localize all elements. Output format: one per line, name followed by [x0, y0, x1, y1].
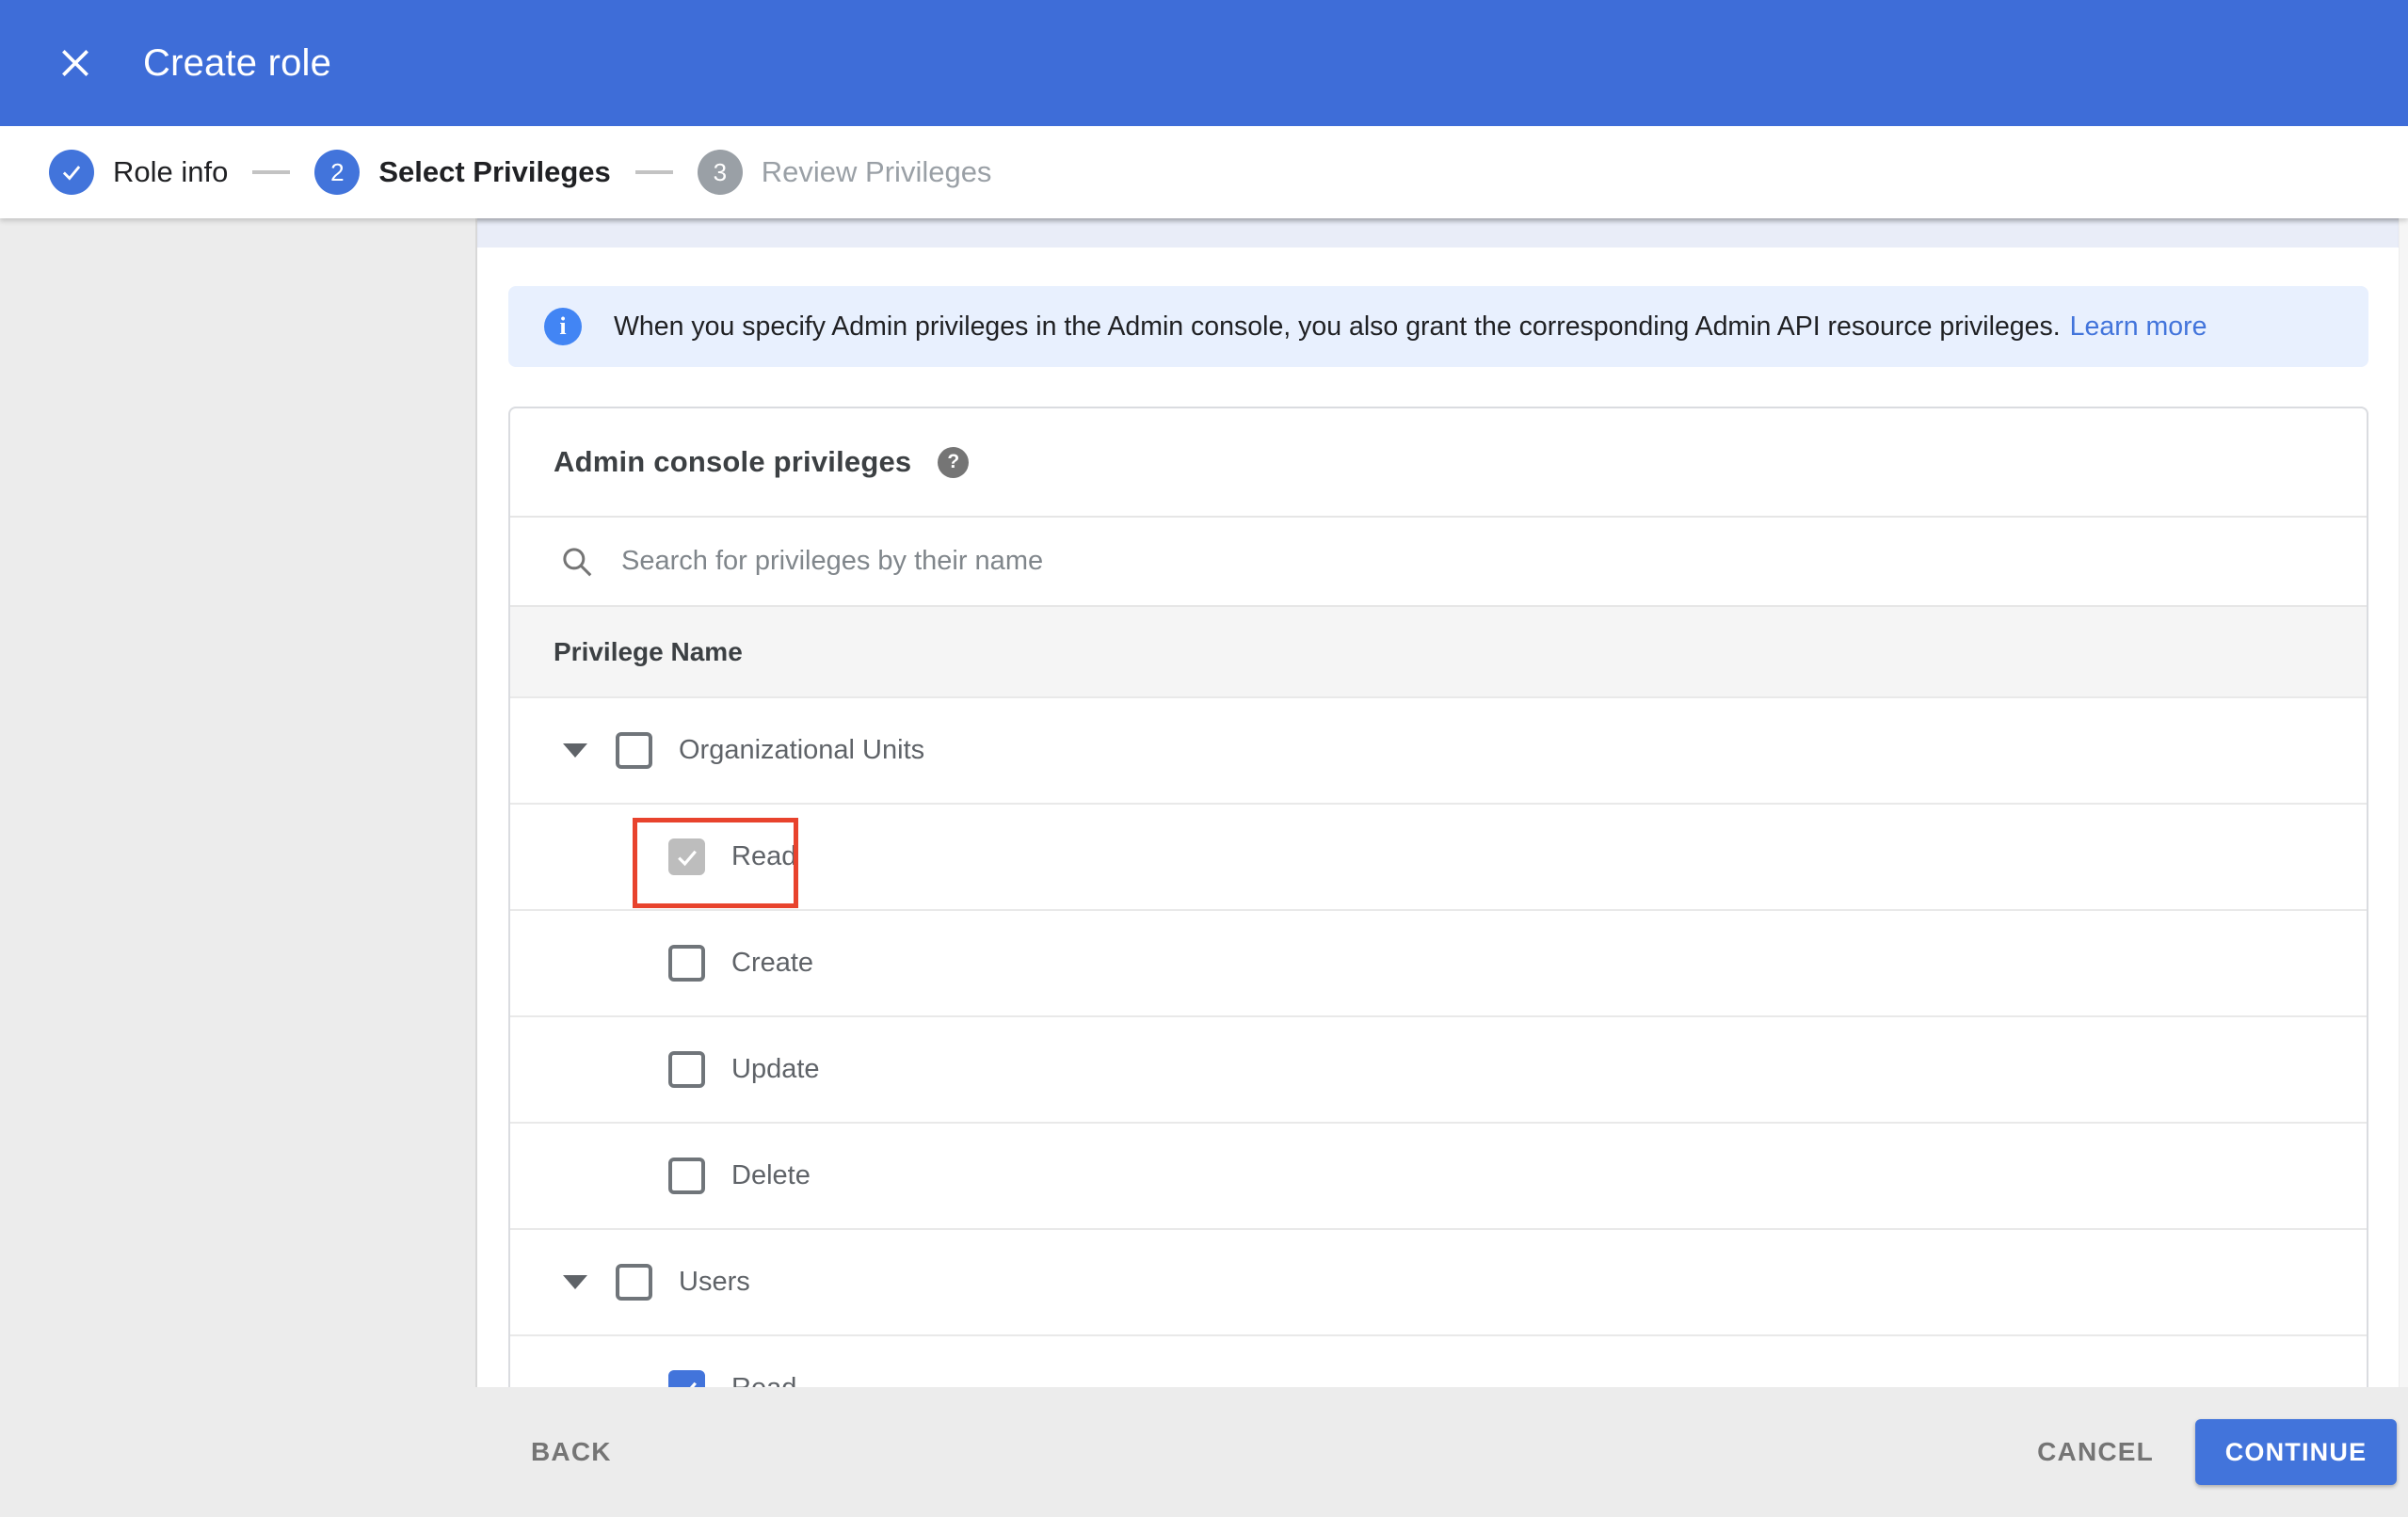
- privilege-checkbox[interactable]: [616, 732, 652, 769]
- help-icon[interactable]: ?: [938, 446, 970, 478]
- step-complete-check-icon: [49, 150, 94, 195]
- step-number: 2: [314, 150, 361, 195]
- privilege-label: Delete: [731, 1160, 811, 1190]
- privilege-row: Organizational Units: [510, 696, 2367, 803]
- expand-collapse-icon[interactable]: [563, 1275, 587, 1289]
- footer-bar: BACK CANCEL CONTINUE: [0, 1387, 2408, 1517]
- step-select-privileges[interactable]: 2 Select Privileges: [314, 150, 611, 195]
- continue-button[interactable]: CONTINUE: [2195, 1419, 2397, 1485]
- step-divider: [634, 170, 673, 174]
- privilege-row: Read: [510, 803, 2367, 909]
- stepper: Role info 2 Select Privileges 3 Review P…: [0, 126, 2408, 218]
- privilege-checkbox[interactable]: [668, 1051, 705, 1088]
- left-panel: [0, 218, 475, 1387]
- scrolled-section-edge: [477, 218, 2399, 248]
- cancel-button[interactable]: CANCEL: [2037, 1437, 2154, 1467]
- privilege-checkbox[interactable]: [668, 945, 705, 982]
- privilege-checkbox[interactable]: [668, 838, 705, 875]
- close-icon[interactable]: [47, 35, 104, 91]
- privilege-row: Read: [510, 1334, 2367, 1387]
- info-banner-text: When you specify Admin privileges in the…: [614, 311, 2061, 342]
- scrollbar-track[interactable]: [2399, 218, 2408, 1387]
- privilege-checkbox[interactable]: [616, 1264, 652, 1301]
- privilege-row: Users: [510, 1228, 2367, 1334]
- dialog-body: i When you specify Admin privileges in t…: [0, 218, 2408, 1387]
- privilege-name-column-header: Privilege Name: [510, 605, 2367, 696]
- step-number: 3: [697, 150, 743, 195]
- back-button[interactable]: BACK: [531, 1437, 612, 1467]
- create-role-dialog: Create role Role info 2 Select Privilege…: [0, 0, 2408, 1517]
- step-label: Select Privileges: [378, 155, 611, 188]
- content-scroll-area[interactable]: i When you specify Admin privileges in t…: [475, 218, 2399, 1387]
- admin-console-privileges-card: Admin console privileges ? Privilege Nam…: [508, 407, 2368, 1387]
- step-review-privileges: 3 Review Privileges: [697, 150, 992, 195]
- privilege-row: Create: [510, 909, 2367, 1015]
- app-bar: Create role: [0, 0, 2408, 126]
- step-label: Role info: [113, 155, 229, 188]
- card-title: Admin console privileges: [554, 445, 912, 478]
- privileges-search-row: [510, 516, 2367, 605]
- privilege-checkbox[interactable]: [668, 1158, 705, 1194]
- step-label: Review Privileges: [761, 155, 992, 188]
- search-icon: [559, 544, 595, 580]
- privileges-table-body: Organizational Units Read Create Update Dele…: [510, 696, 2367, 1387]
- step-role-info[interactable]: Role info: [49, 150, 228, 195]
- privilege-row: Delete: [510, 1122, 2367, 1228]
- privilege-row: Update: [510, 1015, 2367, 1122]
- privilege-label: Users: [679, 1267, 750, 1297]
- privilege-label: Update: [731, 1054, 820, 1084]
- privilege-label: Read: [731, 841, 797, 871]
- privilege-label: Read: [731, 1373, 796, 1387]
- info-banner: i When you specify Admin privileges in t…: [508, 286, 2368, 367]
- privilege-label: Create: [731, 948, 814, 978]
- privilege-label: Organizational Units: [679, 735, 925, 765]
- privilege-checkbox[interactable]: [668, 1370, 705, 1387]
- card-header: Admin console privileges ?: [510, 408, 2367, 516]
- step-divider: [252, 170, 291, 174]
- info-icon: i: [544, 308, 582, 345]
- learn-more-link[interactable]: Learn more: [2070, 311, 2207, 343]
- search-input[interactable]: [621, 546, 2367, 577]
- page-title: Create role: [143, 41, 332, 84]
- expand-collapse-icon[interactable]: [563, 743, 587, 758]
